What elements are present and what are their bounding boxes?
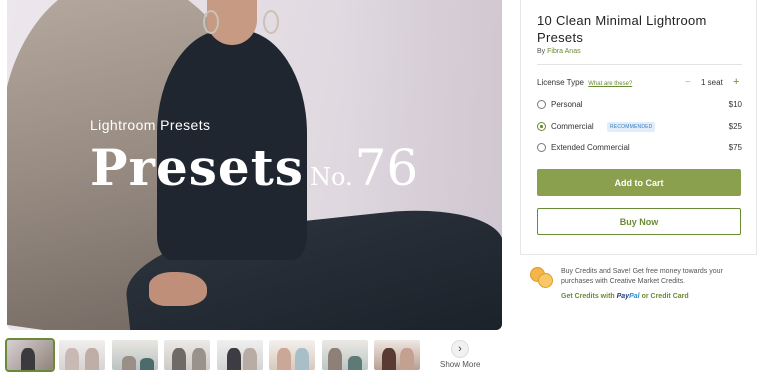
add-to-cart-button[interactable]: Add to Cart: [537, 169, 741, 196]
license-option-name: Personal: [551, 100, 583, 109]
earring-right: [263, 10, 279, 34]
thumbnail-5[interactable]: [217, 340, 263, 370]
product-preview-image[interactable]: Lightroom Presets Presets No.76: [7, 0, 502, 330]
recommended-badge: RECOMMENDED: [607, 122, 656, 132]
product-title: 10 Clean Minimal Lightroom Presets: [537, 13, 707, 45]
author-link[interactable]: Fibra Anas: [547, 48, 580, 55]
radio-extended-commercial[interactable]: [537, 143, 546, 152]
thumbnail-4[interactable]: [164, 340, 210, 370]
license-option-price: $25: [728, 122, 742, 131]
divider: [537, 64, 742, 65]
license-option-price: $10: [728, 100, 742, 109]
license-help-link[interactable]: What are these?: [588, 81, 632, 87]
radio-commercial[interactable]: [537, 122, 546, 131]
license-type-row: License Type What are these? − 1 seat +: [537, 77, 742, 90]
paypal-logo: PayPal: [616, 293, 640, 300]
seat-decrement-button[interactable]: −: [685, 78, 691, 88]
thumbnail-3[interactable]: [112, 340, 158, 370]
hand-shape: [149, 272, 207, 306]
license-option-name: Extended Commercial: [551, 143, 630, 152]
get-credits-link[interactable]: Get Credits with PayPal or Credit Card: [561, 293, 689, 300]
license-option-extended-commercial[interactable]: Extended Commercial $75: [537, 142, 742, 154]
earring-left: [203, 10, 219, 34]
author-line: By Fibra Anas: [537, 48, 581, 55]
hero-title: Presets No.76: [90, 143, 418, 194]
thumbnail-strip: [5, 338, 477, 372]
buy-now-button[interactable]: Buy Now: [537, 208, 741, 235]
thumbnail-6[interactable]: [269, 340, 315, 370]
license-option-personal[interactable]: Personal $10: [537, 99, 742, 111]
thumbnail-8[interactable]: [374, 340, 420, 370]
license-option-price: $75: [728, 143, 742, 152]
hero-title-number: 76: [354, 139, 419, 197]
coins-icon: [530, 267, 554, 289]
seat-count: 1 seat: [701, 78, 723, 87]
license-option-commercial[interactable]: Commercial RECOMMENDED $25: [537, 121, 742, 133]
hero-title-main: Presets: [90, 138, 304, 197]
show-more-button[interactable]: ›: [451, 340, 469, 358]
thumbnail-7[interactable]: [322, 340, 368, 370]
hero-title-no: No.: [309, 163, 353, 191]
thumbnail-2[interactable]: [59, 340, 105, 370]
purchase-panel: 10 Clean Minimal Lightroom Presets By Fi…: [520, 0, 757, 255]
radio-personal[interactable]: [537, 100, 546, 109]
license-option-name: Commercial: [551, 122, 594, 131]
thumbnail-1[interactable]: [5, 338, 55, 372]
seat-increment-button[interactable]: +: [733, 77, 739, 88]
show-more-label[interactable]: Show More: [440, 360, 480, 369]
by-prefix: By: [537, 48, 546, 55]
hero-subtitle: Lightroom Presets: [90, 117, 211, 133]
chevron-right-icon: ›: [458, 343, 462, 355]
get-credits-suffix: or Credit Card: [641, 293, 689, 300]
get-credits-prefix: Get Credits with: [561, 293, 615, 300]
credits-promo-text: Buy Credits and Save! Get free money tow…: [561, 268, 723, 285]
license-type-label: License Type: [537, 78, 584, 87]
